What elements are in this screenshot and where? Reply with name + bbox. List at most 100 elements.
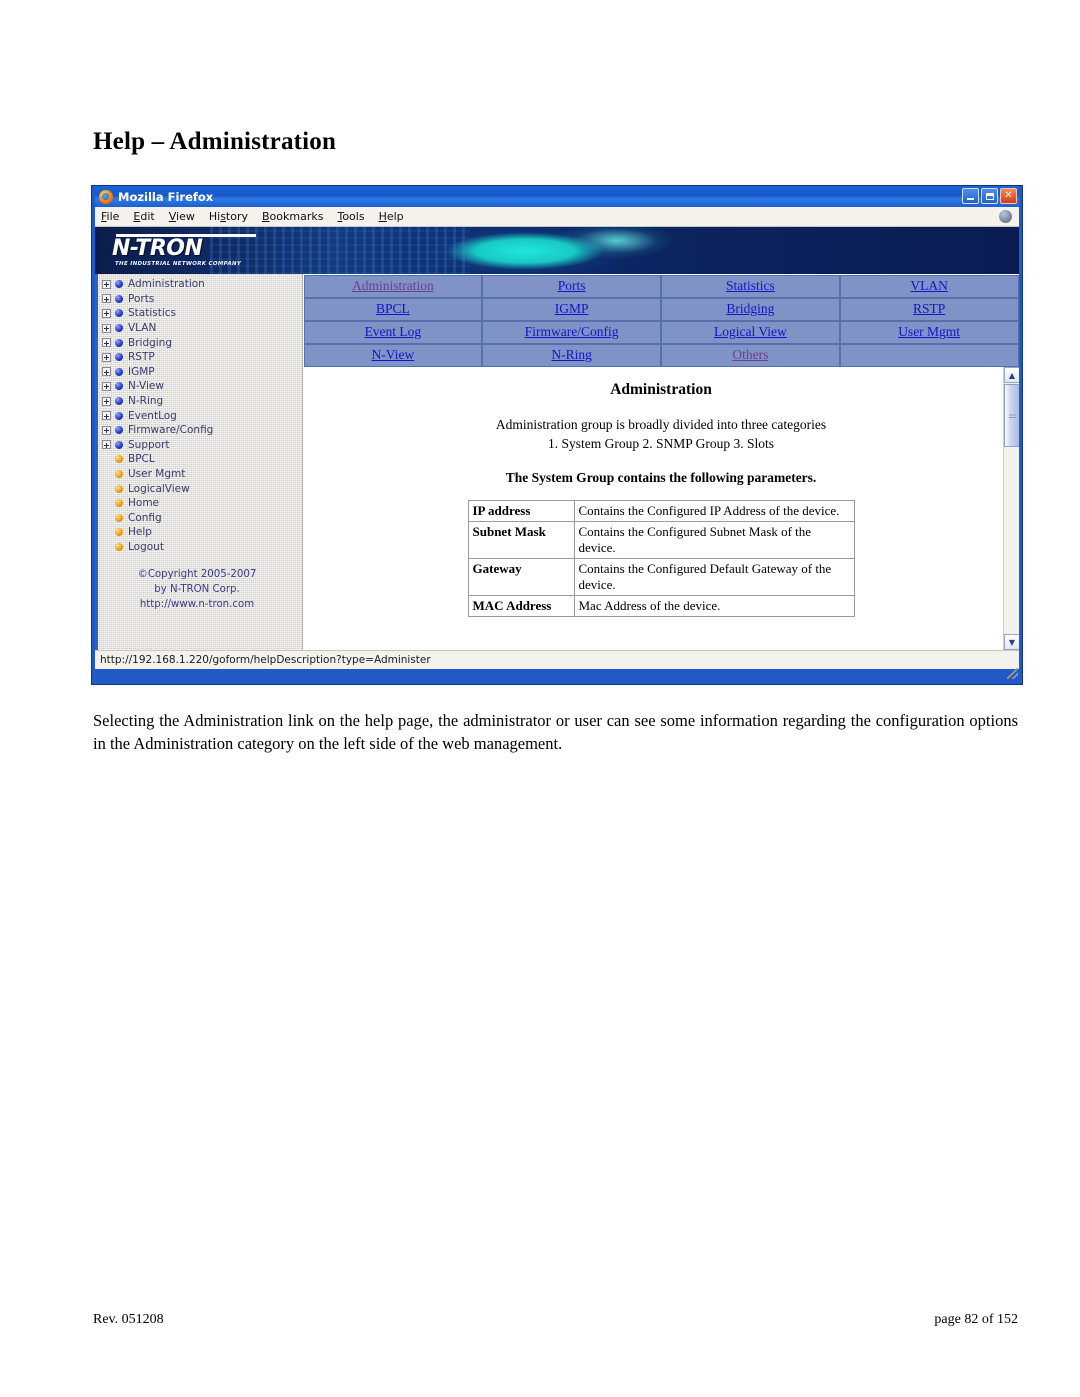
nav-table-cell[interactable]: Bridging	[660, 297, 841, 321]
nav-link-statistics[interactable]: Statistics	[726, 278, 775, 293]
sidebar-item-statistics[interactable]: Statistics	[98, 306, 302, 321]
menu-item-view[interactable]: View	[169, 210, 195, 223]
status-bar: http://192.168.1.220/goform/helpDescript…	[95, 650, 1019, 669]
nav-table-cell[interactable]: Statistics	[660, 274, 841, 298]
maximize-button[interactable]	[981, 188, 998, 204]
nav-link-bridging[interactable]: Bridging	[726, 301, 774, 316]
window-resize-grip[interactable]	[1007, 668, 1018, 679]
body-paragraph: Selecting the Administration link on the…	[93, 711, 1018, 753]
sidebar-item-ports[interactable]: Ports	[98, 292, 302, 307]
nav-table-cell[interactable]: BPCL	[303, 297, 483, 321]
help-topic-link-table: Administration Ports Statistics VLAN BPCL IGM…	[303, 274, 1019, 367]
close-icon[interactable]: ✕	[1000, 188, 1017, 204]
minimize-button[interactable]	[962, 188, 979, 204]
expand-plus-icon[interactable]	[102, 425, 111, 435]
nav-table-cell[interactable]: Event Log	[303, 320, 483, 344]
sidebar-item-label: Bridging	[128, 336, 173, 349]
footer-revision: Rev. 051208	[93, 1312, 164, 1327]
nav-table-cell[interactable]: Others	[660, 343, 841, 367]
nav-table-cell[interactable]: User Mgmt	[839, 320, 1019, 344]
expand-plus-icon[interactable]	[102, 294, 111, 304]
sidebar-item-label: LogicalView	[128, 482, 190, 495]
expand-plus-icon[interactable]	[102, 279, 111, 289]
nav-table-cell[interactable]: Firmware/Config	[481, 320, 662, 344]
nav-link-n-view[interactable]: N-View	[372, 347, 415, 362]
sidebar-item-eventlog[interactable]: EventLog	[98, 408, 302, 423]
menu-item-tools[interactable]: Tools	[337, 210, 364, 223]
nav-table-cell[interactable]: IGMP	[481, 297, 662, 321]
sidebar-item-home[interactable]: Home	[98, 496, 302, 511]
nav-link-firmware-config[interactable]: Firmware/Config	[525, 324, 619, 339]
nav-table-cell[interactable]: Ports	[481, 274, 662, 298]
nav-link-rstp[interactable]: RSTP	[913, 301, 945, 316]
sidebar-item-igmp[interactable]: IGMP	[98, 365, 302, 380]
sidebar-item-label: Logout	[128, 540, 164, 553]
menu-bar: File Edit View History Bookmarks Tools H…	[95, 207, 1019, 227]
blue-bullet-icon	[115, 338, 123, 347]
browser-window: Mozilla Firefox ✕ File Edit View History…	[91, 185, 1023, 685]
nav-link-ports[interactable]: Ports	[558, 278, 586, 293]
expand-plus-icon[interactable]	[102, 411, 111, 421]
nav-link-n-ring[interactable]: N-Ring	[551, 347, 592, 362]
sidebar-item-support[interactable]: Support	[98, 438, 302, 453]
expand-plus-icon[interactable]	[102, 308, 111, 318]
nav-link-event-log[interactable]: Event Log	[365, 324, 422, 339]
sidebar-items: Administration Ports Statistics VLAN Bridgin…	[98, 277, 302, 554]
page-title: Help – Administration	[93, 128, 337, 155]
nav-link-user-mgmt[interactable]: User Mgmt	[898, 324, 960, 339]
orange-bullet-icon	[115, 484, 123, 493]
sidebar-item-bridging[interactable]: Bridging	[98, 335, 302, 350]
content-scrollbar[interactable]: ▲ ▼	[1003, 367, 1019, 650]
scrollbar-thumb[interactable]	[1004, 384, 1019, 447]
sidebar-item-help[interactable]: Help	[98, 525, 302, 540]
nav-link-bpcl[interactable]: BPCL	[376, 301, 410, 316]
sidebar-item-n-view[interactable]: N-View	[98, 379, 302, 394]
copyright-line-1: ©Copyright 2005-2007	[137, 569, 257, 581]
sidebar-item-bpcl[interactable]: BPCL	[98, 452, 302, 467]
nav-table-cell[interactable]: N-View	[303, 343, 483, 367]
expand-plus-icon[interactable]	[102, 381, 111, 391]
nav-link-others[interactable]: Others	[732, 347, 768, 362]
expand-plus-icon[interactable]	[102, 352, 111, 362]
sidebar-item-firmware-config[interactable]: Firmware/Config	[98, 423, 302, 438]
nav-table-cell[interactable]: RSTP	[839, 297, 1019, 321]
nav-table-row: Event Log Firmware/Config Logical View User…	[303, 320, 1019, 344]
sidebar-item-administration[interactable]: Administration	[98, 277, 302, 292]
copyright-block: ©Copyright 2005-2007 by N-TRON Corp. htt…	[98, 567, 302, 612]
expand-plus-icon[interactable]	[102, 440, 111, 450]
sidebar-item-label: EventLog	[128, 409, 177, 422]
copyright-url[interactable]: http://www.n-tron.com	[98, 597, 296, 612]
nav-link-administration[interactable]: Administration	[352, 278, 434, 293]
expand-plus-icon[interactable]	[102, 396, 111, 406]
menu-item-bookmarks[interactable]: Bookmarks	[262, 210, 323, 223]
blue-bullet-icon	[115, 411, 123, 420]
expand-plus-icon[interactable]	[102, 323, 111, 333]
sidebar-item-user-mgmt[interactable]: User Mgmt	[98, 467, 302, 482]
sidebar-item-logout[interactable]: Logout	[98, 540, 302, 555]
sidebar-item-n-ring[interactable]: N-Ring	[98, 394, 302, 409]
sidebar-item-config[interactable]: Config	[98, 511, 302, 526]
nav-table-cell[interactable]: VLAN	[839, 274, 1019, 298]
scroll-down-icon[interactable]: ▼	[1004, 634, 1019, 650]
orange-bullet-icon	[115, 455, 123, 464]
menu-item-history[interactable]: History	[209, 210, 248, 223]
blue-bullet-icon	[115, 440, 123, 449]
expand-plus-icon[interactable]	[102, 338, 111, 348]
nav-table-cell[interactable]: N-Ring	[481, 343, 662, 367]
menu-item-help[interactable]: Help	[379, 210, 404, 223]
copyright-line-2: by N-TRON Corp.	[154, 584, 240, 596]
nav-link-igmp[interactable]: IGMP	[555, 301, 589, 316]
expand-plus-icon[interactable]	[102, 367, 111, 377]
menu-item-edit[interactable]: Edit	[133, 210, 154, 223]
menu-item-file[interactable]: File	[101, 210, 119, 223]
parameter-row: Gateway Contains the Configured Default G…	[467, 558, 855, 596]
nav-link-logical-view[interactable]: Logical View	[714, 324, 787, 339]
sidebar-item-vlan[interactable]: VLAN	[98, 321, 302, 336]
nav-table-cell[interactable]: Logical View	[660, 320, 841, 344]
nav-link-vlan[interactable]: VLAN	[910, 278, 948, 293]
nav-table-cell[interactable]: Administration	[303, 274, 483, 298]
sidebar-item-logicalview[interactable]: LogicalView	[98, 481, 302, 496]
scroll-up-icon[interactable]: ▲	[1004, 367, 1019, 383]
sidebar-item-rstp[interactable]: RSTP	[98, 350, 302, 365]
